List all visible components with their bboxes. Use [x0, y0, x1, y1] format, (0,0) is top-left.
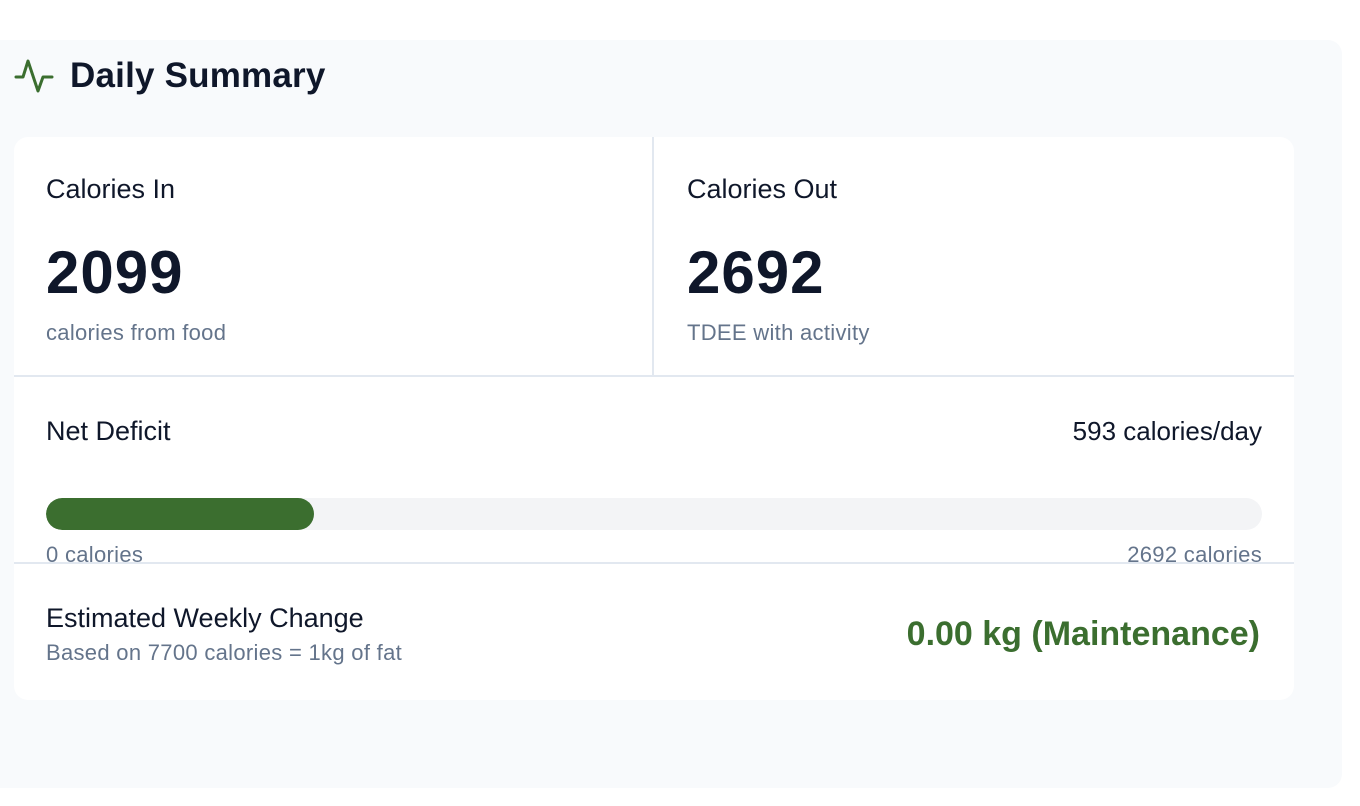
summary-header: Daily Summary — [14, 56, 326, 96]
calories-in-value: 2099 — [46, 239, 184, 306]
net-deficit-progress-track — [46, 498, 1262, 530]
calories-out-cell: Calories Out 2692 TDEE with activity — [655, 137, 1294, 377]
net-deficit-row: Net Deficit 593 calories/day 0 calories … — [14, 377, 1294, 567]
summary-card: Calories In 2099 calories from food Calo… — [14, 137, 1294, 700]
calories-in-cell: Calories In 2099 calories from food — [14, 137, 654, 377]
calories-out-label: Calories Out — [687, 174, 838, 204]
calories-out-subtext: TDEE with activity — [687, 320, 870, 345]
page-title: Daily Summary — [70, 56, 326, 95]
weekly-change-label: Estimated Weekly Change — [46, 603, 364, 633]
weekly-change-row: Estimated Weekly Change Based on 7700 ca… — [14, 564, 1294, 700]
net-deficit-label: Net Deficit — [46, 415, 171, 446]
net-deficit-rate: 593 calories/day — [1072, 415, 1262, 446]
net-deficit-progress-fill — [46, 498, 314, 530]
calories-in-label: Calories In — [46, 174, 176, 204]
calories-row: Calories In 2099 calories from food Calo… — [14, 137, 1294, 377]
calories-in-subtext: calories from food — [46, 320, 227, 345]
activity-pulse-icon — [14, 56, 54, 96]
weekly-change-value: 0.00 kg (Maintenance) — [906, 615, 1260, 653]
weekly-change-subtext: Based on 7700 calories = 1kg of fat — [46, 640, 403, 665]
calories-out-value: 2692 — [687, 239, 825, 306]
weekly-change-info: Estimated Weekly Change Based on 7700 ca… — [46, 602, 402, 666]
net-deficit-header: Net Deficit 593 calories/day — [46, 415, 1262, 447]
